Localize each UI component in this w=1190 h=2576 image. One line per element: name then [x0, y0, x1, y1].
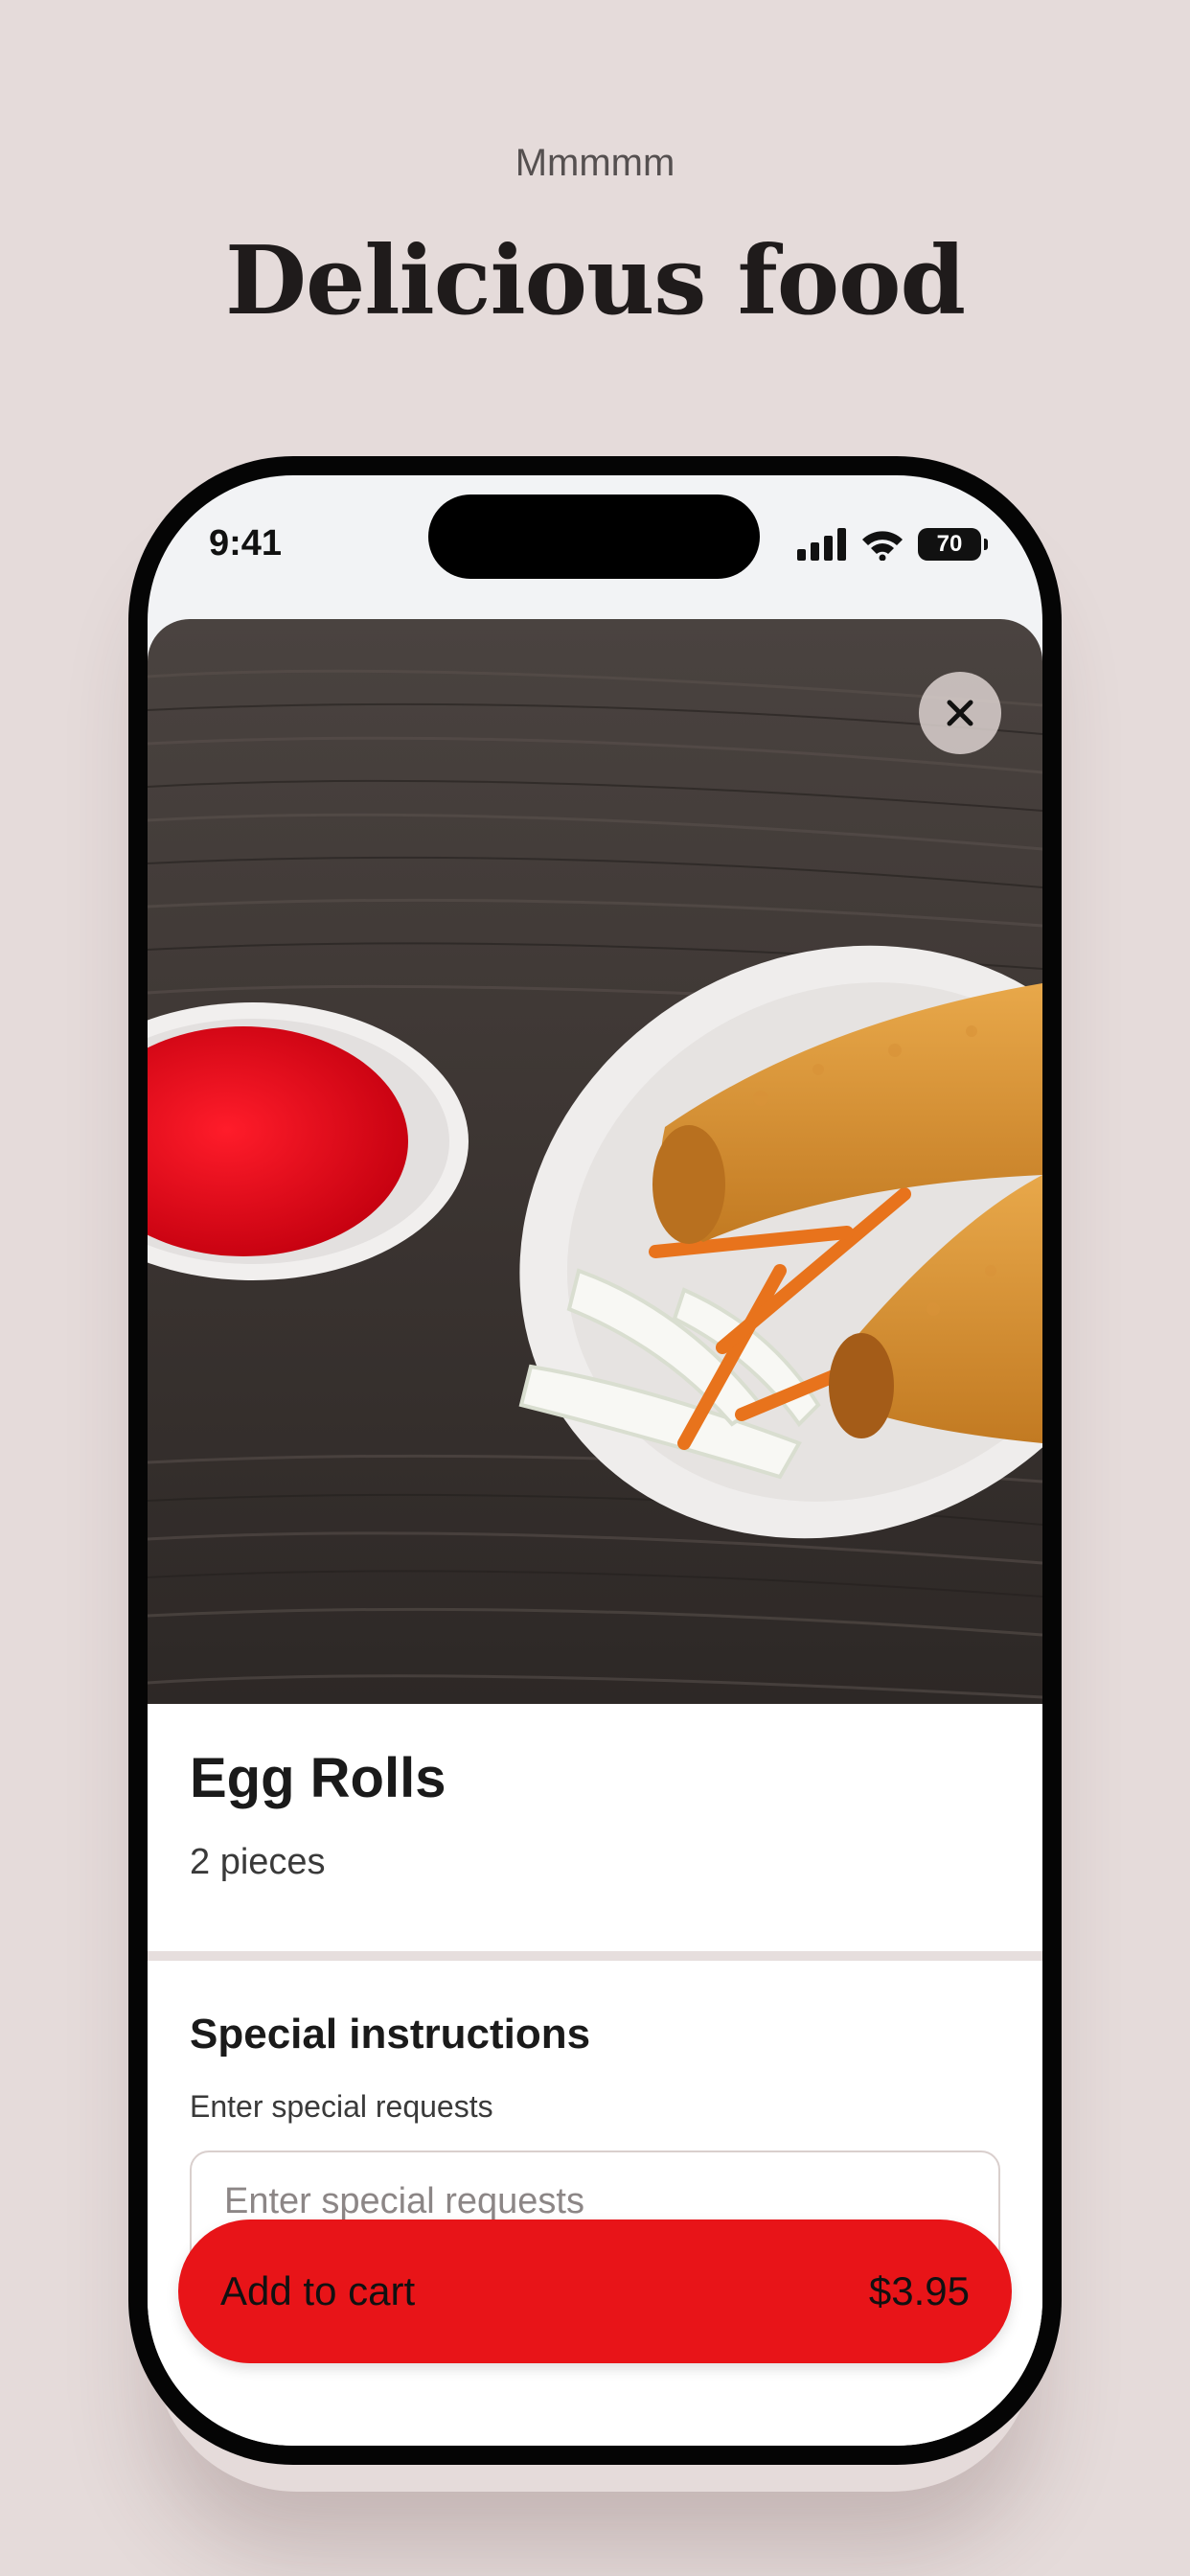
status-time: 9:41 [209, 523, 283, 564]
phone-screen: 9:41 70 Egg Rolls 2 pieces Special instr… [148, 475, 1042, 2446]
promo-title: Delicious food [224, 226, 966, 336]
cellular-signal-icon [797, 528, 846, 561]
add-to-cart-label: Add to cart [220, 2268, 416, 2313]
status-bar: 9:41 70 [148, 475, 1042, 619]
phone-frame: 9:41 70 Egg Rolls 2 pieces Special instr… [128, 456, 1062, 2465]
battery-icon: 70 [918, 528, 988, 561]
promo-subtitle: Mmmmm [515, 142, 675, 184]
special-instructions-title: Special instructions [190, 2011, 591, 2058]
close-icon [947, 700, 973, 726]
status-icons: 70 [797, 525, 988, 564]
dynamic-island [428, 494, 760, 579]
egg-rolls-photo [148, 619, 1042, 1704]
section-divider [148, 1951, 1042, 1961]
item-sheet: Egg Rolls 2 pieces Special instructions … [148, 619, 1042, 2446]
item-title: Egg Rolls [190, 1747, 446, 1809]
add-to-cart-price: $3.95 [868, 2268, 970, 2313]
battery-level: 70 [936, 531, 963, 557]
add-to-cart-button[interactable]: Add to cart $3.95 [178, 2220, 1012, 2363]
item-description: 2 pieces [190, 1842, 326, 1882]
close-button[interactable] [919, 672, 1001, 754]
special-instructions-subtitle: Enter special requests [190, 2089, 493, 2124]
wifi-icon [862, 531, 903, 561]
